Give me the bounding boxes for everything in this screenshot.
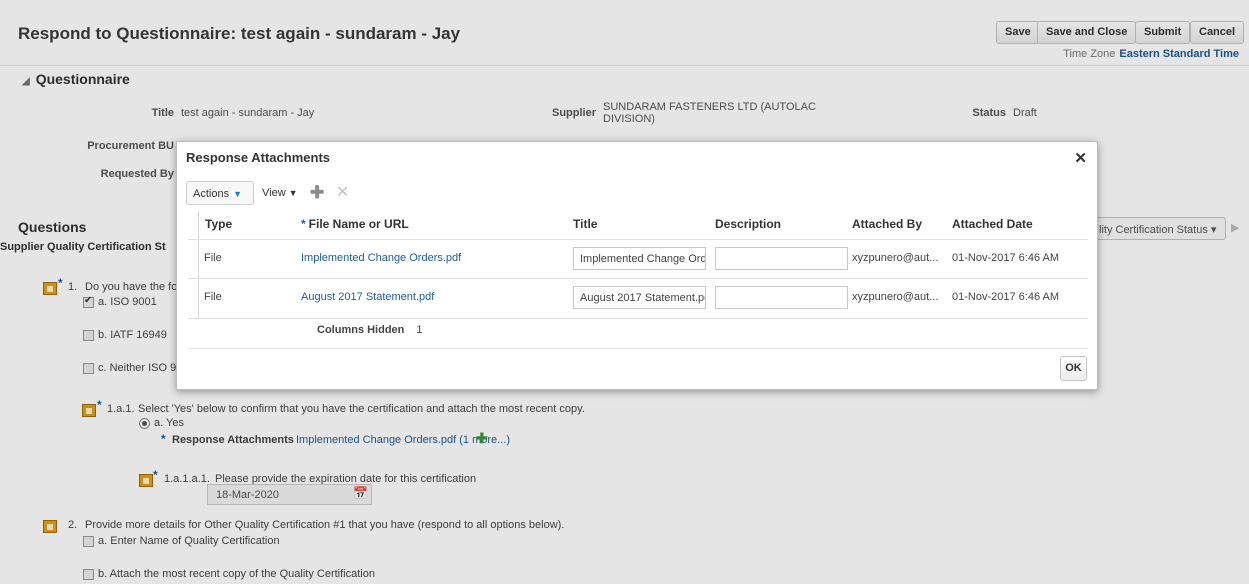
row-1-description-input[interactable] (715, 247, 848, 270)
close-icon[interactable]: ✕ (1074, 149, 1087, 167)
dialog-title: Response Attachments (186, 150, 330, 165)
row-1-file-link[interactable]: Implemented Change Orders.pdf (301, 252, 461, 264)
column-header-file-name[interactable]: * File Name or URL (301, 217, 409, 231)
column-header-attached-date[interactable]: Attached Date (952, 217, 1033, 231)
columns-hidden: Columns Hidden 1 (317, 324, 423, 336)
column-header-attached-by[interactable]: Attached By (852, 217, 922, 231)
columns-hidden-label: Columns Hidden (317, 324, 405, 336)
required-star-icon: * (301, 217, 306, 231)
row-divider (188, 348, 1088, 349)
row-1-attached-date: 01-Nov-2017 6:46 AM (952, 252, 1060, 264)
row-1-type: File (204, 252, 222, 264)
row-divider (188, 239, 1088, 240)
column-header-file-name-label: File Name or URL (308, 217, 409, 231)
actions-label: Actions (193, 188, 230, 200)
column-header-description[interactable]: Description (715, 217, 781, 231)
view-label: View (262, 187, 286, 199)
actions-menu[interactable]: Actions ▼ (186, 181, 254, 205)
row-2-attached-by: xyzpunero@aut... (852, 291, 939, 303)
row-2-description-input[interactable] (715, 286, 848, 309)
row-divider (188, 278, 1088, 279)
row-divider (188, 318, 1088, 319)
chevron-down-icon: ▼ (233, 189, 242, 199)
chevron-down-icon: ▼ (288, 188, 298, 198)
table-left-border (198, 211, 199, 319)
row-2-title-input[interactable]: August 2017 Statement.pc (573, 286, 706, 309)
row-2-attached-date: 01-Nov-2017 6:46 AM (952, 291, 1060, 303)
delete-icon[interactable]: ✕ (336, 181, 349, 205)
row-1-title-input[interactable]: Implemented Change Ord (573, 247, 706, 270)
view-menu[interactable]: View ▼ (258, 181, 298, 205)
row-1-attached-by: xyzpunero@aut... (852, 252, 939, 264)
column-header-type[interactable]: Type (205, 217, 232, 231)
columns-hidden-count: 1 (416, 324, 423, 336)
column-header-title[interactable]: Title (573, 217, 597, 231)
ok-button[interactable]: OK (1060, 356, 1087, 381)
add-icon[interactable]: ✚ (310, 181, 324, 205)
response-attachments-dialog: Response Attachments ✕ Actions ▼ View ▼ ✚ … (176, 141, 1098, 390)
row-2-type: File (204, 291, 222, 303)
row-2-file-link[interactable]: August 2017 Statement.pdf (301, 291, 434, 303)
